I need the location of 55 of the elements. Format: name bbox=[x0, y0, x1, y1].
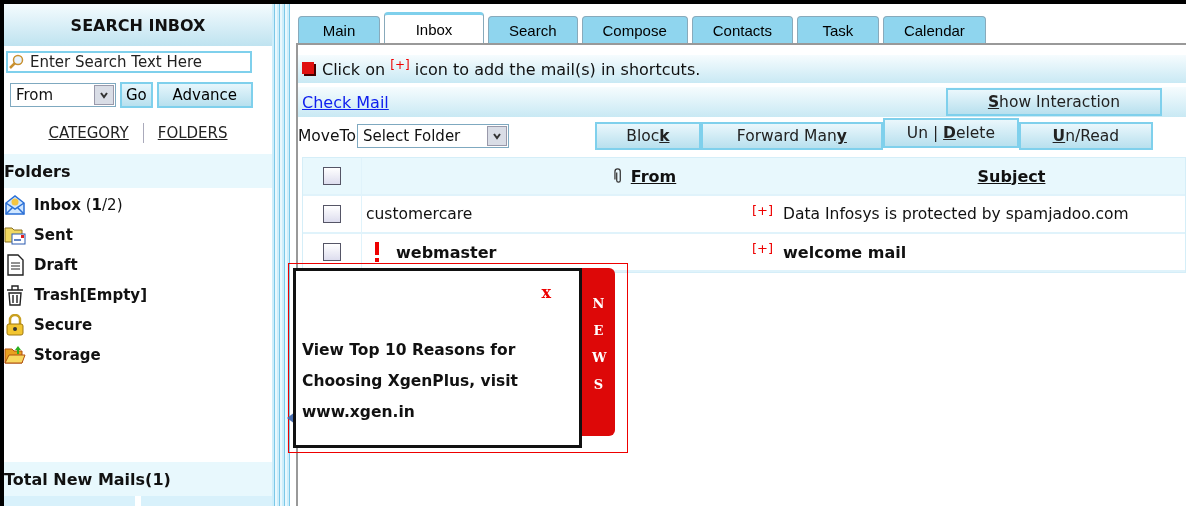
close-button[interactable]: x bbox=[541, 283, 551, 302]
tab[interactable]: Main bbox=[298, 16, 380, 43]
note-icon bbox=[302, 62, 316, 76]
action-button[interactable]: Block bbox=[594, 122, 701, 150]
tab[interactable]: Task bbox=[796, 16, 879, 43]
check-mail-link[interactable]: Check Mail bbox=[302, 92, 389, 112]
search-icon bbox=[8, 54, 24, 70]
folder-item[interactable]: Draft bbox=[34, 256, 78, 274]
tab[interactable]: Calendar bbox=[882, 16, 986, 43]
folder-item[interactable]: Trash[Empty] bbox=[34, 286, 147, 304]
folder-item[interactable]: Sent bbox=[34, 226, 73, 244]
tab[interactable]: Inbox bbox=[384, 12, 484, 43]
splitter[interactable] bbox=[272, 4, 290, 506]
total-new-mails: Total New Mails(1) bbox=[4, 462, 272, 496]
show-interaction-button[interactable]: Show Interaction bbox=[946, 88, 1162, 116]
folder-icon bbox=[4, 224, 26, 246]
trash-icon bbox=[4, 284, 26, 306]
envelope-icon bbox=[4, 194, 26, 216]
news-message: View Top 10 Reasons for Choosing XgenPlus, visit www.xgen.in bbox=[302, 340, 519, 423]
field-dropdown[interactable]: From bbox=[10, 83, 116, 107]
folder-item[interactable]: Storage bbox=[34, 346, 101, 364]
folder-item[interactable]: Secure bbox=[34, 316, 93, 334]
sender: webmaster bbox=[396, 242, 497, 262]
nav-link[interactable]: CATEGORY bbox=[48, 124, 129, 142]
shortcut-link[interactable]: [+] bbox=[752, 241, 774, 256]
subject[interactable]: Data Infosys is protected by spamjadoo.com bbox=[783, 205, 1129, 223]
select-all-checkbox[interactable] bbox=[323, 167, 341, 185]
column-header[interactable]: From bbox=[630, 166, 677, 186]
action-button[interactable]: Forward Many bbox=[700, 122, 883, 150]
action-button[interactable]: Un | Delete bbox=[882, 118, 1019, 148]
column-header[interactable]: Subject bbox=[977, 166, 1046, 186]
document-icon bbox=[4, 254, 26, 276]
paperclip-icon bbox=[613, 168, 623, 184]
tab[interactable]: Contacts bbox=[691, 16, 793, 43]
search-field[interactable]: Enter Search Text Here bbox=[6, 51, 252, 73]
sender: customercare bbox=[366, 205, 473, 223]
folder-icon bbox=[4, 344, 26, 366]
action-button[interactable]: Un/Read bbox=[1018, 122, 1153, 150]
move-to-label: MoveTo bbox=[298, 127, 356, 145]
advance-button[interactable]: Advance bbox=[156, 82, 253, 108]
row-checkbox[interactable] bbox=[323, 243, 341, 261]
row-checkbox[interactable] bbox=[323, 205, 341, 223]
sidebar-title: SEARCH INBOX bbox=[4, 4, 272, 46]
nav-link[interactable]: FOLDERS bbox=[157, 124, 228, 142]
folder-dropdown[interactable]: Select Folder bbox=[356, 124, 509, 148]
info-text: Click on $^{[+]}$ icon to add the mail(s) in shortcuts. bbox=[322, 58, 701, 80]
folder-item[interactable]: Inbox (1/2) bbox=[34, 196, 123, 214]
news-tab[interactable]: NEWS bbox=[582, 268, 615, 436]
padlock-icon bbox=[4, 314, 26, 336]
go-button[interactable]: Go bbox=[120, 82, 153, 108]
shortcut-link[interactable]: [+] bbox=[752, 203, 774, 218]
tab[interactable]: Compose bbox=[581, 16, 688, 43]
tab[interactable]: Search bbox=[488, 16, 578, 43]
subject[interactable]: welcome mail bbox=[783, 242, 907, 262]
folders-heading: Folders bbox=[4, 154, 272, 188]
